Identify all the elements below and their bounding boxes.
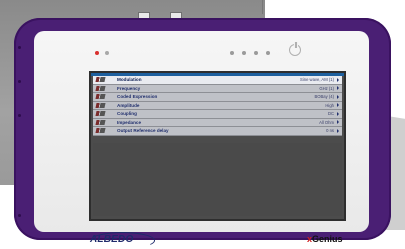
signal-icon [95, 119, 106, 125]
menu-row[interactable]: Coupling DC [93, 110, 342, 119]
menu-row[interactable]: Modulation Sine wave, AM (1) [93, 76, 342, 85]
menu-row-label: Output Reference delay [117, 128, 169, 134]
menu-row[interactable]: Frequency GHz (1) [93, 84, 342, 93]
hardware-button[interactable] [230, 51, 234, 55]
status-led-red [95, 51, 99, 55]
chevron-right-icon[interactable] [337, 120, 339, 125]
device-screw [18, 114, 21, 117]
xgenius-logo: xGenius [307, 234, 343, 244]
hardware-button[interactable] [266, 51, 270, 55]
xgenius-logo-text: Genius [312, 234, 343, 244]
menu-row-value: GHz (1) [319, 85, 334, 91]
device-body: Modulation Sine wave, AM (1) Frequency GHz … [14, 18, 391, 249]
chevron-right-icon[interactable] [337, 86, 339, 91]
signal-icon [95, 94, 106, 100]
chevron-right-icon[interactable] [337, 128, 339, 133]
chevron-right-icon[interactable] [337, 103, 339, 108]
device-screen: Modulation Sine wave, AM (1) Frequency GHz … [89, 71, 346, 221]
menu-row-label: Modulation [117, 77, 142, 83]
signal-icon [95, 128, 106, 134]
menu-row-value: High [325, 102, 334, 108]
menu-row-label: Coupling [117, 111, 137, 117]
menu-row-label: Frequency [117, 85, 141, 91]
settings-menu: Modulation Sine wave, AM (1) Frequency GHz … [91, 76, 344, 136]
power-button-icon[interactable] [289, 42, 301, 56]
device-screw [18, 214, 21, 217]
menu-row-label: Amplitude [117, 102, 140, 108]
menu-row[interactable]: Amplitude High [93, 101, 342, 110]
menu-row[interactable]: Output Reference delay 0 ns [93, 127, 342, 136]
menu-row-value: 0 ns [326, 128, 334, 134]
signal-icon [95, 111, 106, 117]
status-led [105, 51, 109, 55]
chevron-right-icon[interactable] [337, 77, 339, 82]
menu-row-label: Coded Expression [117, 94, 158, 100]
chevron-right-icon[interactable] [337, 94, 339, 99]
menu-row[interactable]: Impedance All Ohm [93, 118, 342, 127]
menu-row-value: DC [327, 111, 334, 117]
chevron-right-icon[interactable] [337, 111, 339, 116]
menu-row[interactable]: Coded Expression BOBay (4) [93, 93, 342, 102]
hardware-button[interactable] [254, 51, 258, 55]
signal-icon [95, 77, 106, 83]
signal-icon [95, 102, 106, 108]
hardware-button[interactable] [242, 51, 246, 55]
albedo-logo: ALBEDO [90, 234, 134, 245]
menu-row-value: Sine wave, AM (1) [300, 77, 334, 83]
screen-empty-area [93, 143, 342, 216]
menu-row-value: All Ohm [319, 119, 334, 125]
device-bezel: Modulation Sine wave, AM (1) Frequency GHz … [34, 31, 369, 249]
menu-row-value: BOBay (4) [314, 94, 334, 100]
device-screw [18, 46, 21, 49]
menu-row-label: Impedance [117, 119, 141, 125]
device-screw [18, 80, 21, 83]
signal-icon [95, 85, 106, 91]
background-cable [262, 0, 263, 14]
